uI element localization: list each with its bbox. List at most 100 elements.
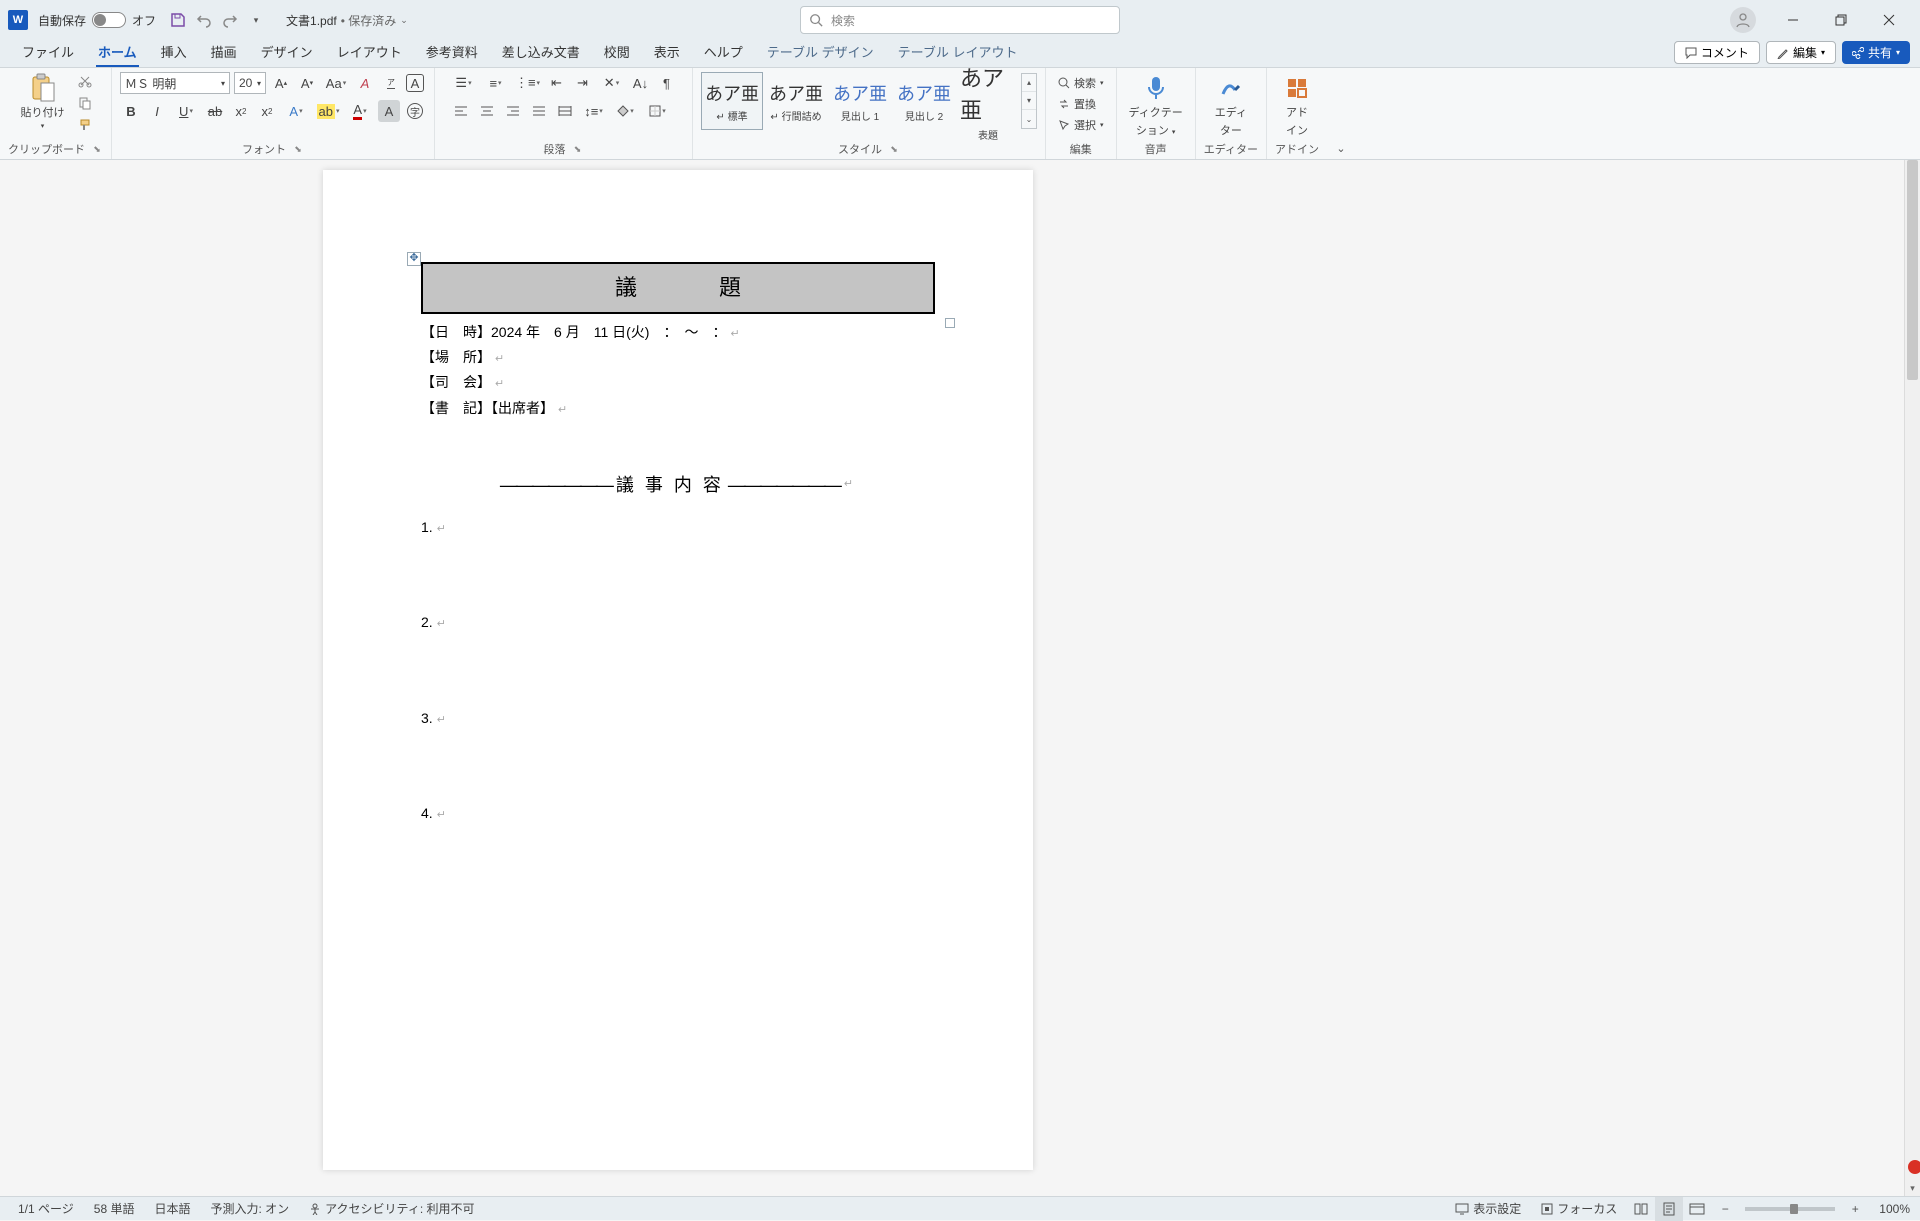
dialog-launcher-icon[interactable]: ⬊ xyxy=(91,143,103,155)
dialog-launcher-icon[interactable]: ⬊ xyxy=(292,143,304,155)
copy-icon[interactable] xyxy=(75,94,95,112)
grow-font-icon[interactable]: A▴ xyxy=(270,72,292,94)
list-item[interactable]: 3.↵ xyxy=(421,706,935,731)
section-heading[interactable]: ――――――― 議 事 内 容 ――――――― ↵ xyxy=(421,469,935,501)
zoom-out-button[interactable]: − xyxy=(1711,1197,1739,1221)
superscript-icon[interactable]: x2 xyxy=(256,100,278,122)
show-marks-icon[interactable]: ¶ xyxy=(656,72,678,94)
notification-badge[interactable] xyxy=(1908,1160,1920,1174)
qat-customize-icon[interactable]: ▾ xyxy=(246,10,266,30)
font-color-icon[interactable]: A▾ xyxy=(346,100,374,122)
styles-gallery[interactable]: あア亜↵ 標準 あア亜↵ 行間詰め あア亜見出し 1 あア亜見出し 2 あア亜表… xyxy=(701,72,1037,130)
align-left-icon[interactable] xyxy=(450,100,472,122)
distributed-icon[interactable] xyxy=(554,100,576,122)
style-title[interactable]: あア亜表題 xyxy=(957,72,1019,130)
redo-icon[interactable] xyxy=(220,10,240,30)
tab-file[interactable]: ファイル xyxy=(10,38,86,67)
text-effects-icon[interactable]: A▾ xyxy=(282,100,310,122)
shading-icon[interactable]: ▾ xyxy=(612,100,640,122)
tab-draw[interactable]: 描画 xyxy=(199,38,249,67)
select-button[interactable]: 選択▾ xyxy=(1054,116,1108,134)
format-painter-icon[interactable] xyxy=(75,116,95,134)
list-item[interactable]: 4.↵ xyxy=(421,801,935,826)
replace-button[interactable]: 置換 xyxy=(1054,95,1100,113)
slider-knob[interactable] xyxy=(1790,1204,1798,1214)
character-border-icon[interactable]: A xyxy=(406,74,424,92)
dialog-launcher-icon[interactable]: ⬊ xyxy=(888,143,900,155)
list-item[interactable]: 1.↵ xyxy=(421,515,935,540)
editing-mode-button[interactable]: 編集 ▾ xyxy=(1766,41,1836,64)
style-normal[interactable]: あア亜↵ 標準 xyxy=(701,72,763,130)
cut-icon[interactable] xyxy=(75,72,95,90)
ime-status[interactable]: 予測入力: オン xyxy=(200,1200,299,1217)
print-layout-icon[interactable] xyxy=(1655,1197,1683,1221)
minimize-button[interactable] xyxy=(1770,0,1816,40)
decrease-indent-icon[interactable]: ⇤ xyxy=(546,72,568,94)
multilevel-list-icon[interactable]: ⋮≡▾ xyxy=(514,72,542,94)
styles-more[interactable]: ⌄ xyxy=(1022,110,1036,128)
asian-layout-icon[interactable]: ✕▾ xyxy=(598,72,626,94)
align-center-icon[interactable] xyxy=(476,100,498,122)
table-move-handle-icon[interactable]: ✥ xyxy=(407,252,421,266)
search-input[interactable]: 検索 xyxy=(800,6,1120,34)
tab-references[interactable]: 参考資料 xyxy=(414,38,490,67)
document-title[interactable]: 文書1.pdf • 保存済み ⌄ xyxy=(286,12,408,29)
chevron-down-icon[interactable]: ⌄ xyxy=(400,15,408,26)
numbering-icon[interactable]: ≡▾ xyxy=(482,72,510,94)
title-table-cell[interactable]: 議 題 xyxy=(421,262,935,314)
share-button[interactable]: 共有 ▾ xyxy=(1842,41,1910,64)
table-resize-handle-icon[interactable] xyxy=(945,318,955,328)
zoom-in-button[interactable]: + xyxy=(1841,1197,1869,1221)
dictate-button[interactable]: ディクテー ション ▾ xyxy=(1125,72,1187,140)
zoom-level[interactable]: 100% xyxy=(1869,1202,1912,1216)
borders-icon[interactable]: ▾ xyxy=(644,100,672,122)
strikethrough-icon[interactable]: ab xyxy=(204,100,226,122)
subscript-icon[interactable]: x2 xyxy=(230,100,252,122)
italic-icon[interactable]: I xyxy=(146,100,168,122)
font-size-combo[interactable]: 20▾ xyxy=(234,72,266,94)
dialog-launcher-icon[interactable]: ⬊ xyxy=(572,143,584,155)
font-name-combo[interactable]: ＭＳ 明朝▾ xyxy=(120,72,230,94)
zoom-slider[interactable] xyxy=(1745,1207,1835,1211)
scroll-down-icon[interactable]: ▾ xyxy=(1905,1180,1920,1196)
collapse-ribbon-button[interactable]: ⌄ xyxy=(1327,68,1355,159)
web-layout-icon[interactable] xyxy=(1683,1197,1711,1221)
sort-icon[interactable]: A↓ xyxy=(630,72,652,94)
chair-line[interactable]: 【司 会】↵ xyxy=(421,370,935,395)
change-case-icon[interactable]: Aa▾ xyxy=(322,72,350,94)
tab-design[interactable]: デザイン xyxy=(249,38,325,67)
word-count[interactable]: 58 単語 xyxy=(84,1200,145,1217)
page-count[interactable]: 1/1 ページ xyxy=(8,1200,84,1217)
vertical-scrollbar[interactable]: ▴ ▾ xyxy=(1904,160,1920,1196)
tab-insert[interactable]: 挿入 xyxy=(149,38,199,67)
place-line[interactable]: 【場 所】↵ xyxy=(421,345,935,370)
maximize-button[interactable] xyxy=(1818,0,1864,40)
align-right-icon[interactable] xyxy=(502,100,524,122)
clear-formatting-icon[interactable]: A xyxy=(354,72,376,94)
find-button[interactable]: 検索▾ xyxy=(1054,74,1108,92)
tab-layout[interactable]: レイアウト xyxy=(325,38,414,67)
scrollbar-thumb[interactable] xyxy=(1907,160,1918,380)
tab-help[interactable]: ヘルプ xyxy=(692,38,755,67)
list-item[interactable]: 2.↵ xyxy=(421,610,935,635)
highlight-icon[interactable]: ab▾ xyxy=(314,100,342,122)
underline-icon[interactable]: U▾ xyxy=(172,100,200,122)
shrink-font-icon[interactable]: A▾ xyxy=(296,72,318,94)
bold-icon[interactable]: B xyxy=(120,100,142,122)
line-spacing-icon[interactable]: ↕≡▾ xyxy=(580,100,608,122)
close-button[interactable] xyxy=(1866,0,1912,40)
language-status[interactable]: 日本語 xyxy=(144,1200,200,1217)
autosave-toggle[interactable]: 自動保存 オフ xyxy=(38,12,156,29)
undo-icon[interactable] xyxy=(194,10,214,30)
style-heading1[interactable]: あア亜見出し 1 xyxy=(829,72,891,130)
addins-button[interactable]: アド イン xyxy=(1275,72,1319,140)
tab-mailings[interactable]: 差し込み文書 xyxy=(490,38,592,67)
style-nospacing[interactable]: あア亜↵ 行間詰め xyxy=(765,72,827,130)
tab-review[interactable]: 校閲 xyxy=(592,38,642,67)
focus-mode-button[interactable]: フォーカス xyxy=(1531,1200,1627,1217)
tab-home[interactable]: ホーム xyxy=(86,38,149,67)
save-icon[interactable] xyxy=(168,10,188,30)
page[interactable]: ✥ 議 題 【日 時】2024 年 6 月 11 日(火) ： 〜 ：↵ 【場 … xyxy=(323,170,1033,1170)
style-heading2[interactable]: あア亜見出し 2 xyxy=(893,72,955,130)
comments-button[interactable]: コメント xyxy=(1674,41,1760,64)
